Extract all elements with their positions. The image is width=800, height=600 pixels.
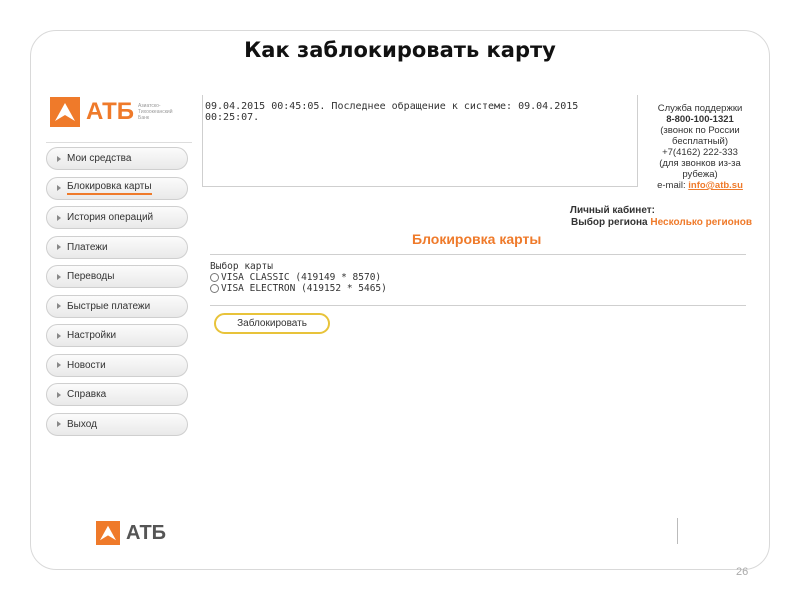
footer-brand-name: АТБ (126, 521, 167, 544)
region-label: Выбор региона (570, 217, 648, 228)
atb-chevron-icon (50, 97, 80, 127)
sidebar-item-exit[interactable]: Выход (46, 412, 188, 436)
radio-button[interactable] (210, 273, 219, 282)
card-select-label: Выбор карты (210, 261, 273, 272)
block-card-button[interactable]: Заблокировать (214, 313, 330, 334)
card-option-label: VISA CLASSIC (419149 * 8570) (221, 272, 382, 283)
support-email-row: e-mail: info@atb.su (648, 180, 752, 191)
card-select-panel: Выбор карты VISA CLASSIC (419149 * 8570)… (210, 254, 746, 306)
bullet-icon (57, 332, 61, 339)
support-phone-russia: 8-800-100-1321 (666, 114, 734, 125)
page-number: 26 (736, 566, 749, 578)
email-prefix: e-mail: (657, 180, 686, 191)
brand-name: АТБ (86, 98, 135, 125)
session-info-text: 09.04.2015 00:45:05. Последнее обращение… (205, 101, 579, 123)
atb-chevron-icon (96, 521, 120, 545)
bullet-icon (57, 421, 61, 427)
bullet-icon (57, 273, 61, 280)
support-title: Служба поддержки (657, 103, 743, 114)
radio-button[interactable] (210, 284, 219, 293)
support-block: Служба поддержки 8-800-100-1321 (звонок … (648, 103, 752, 191)
bullet-icon (57, 214, 61, 221)
sidebar-item-label: Настройки (67, 330, 117, 341)
bullet-icon (57, 185, 61, 191)
bullet-icon (57, 303, 61, 309)
sidebar-item-payments[interactable]: Платежи (46, 235, 188, 259)
slide-title: Как заблокировать карту (244, 38, 556, 62)
footer-logo: АТБ (96, 521, 166, 545)
sidebar-menu: Мои средства Блокировка карты История оп… (46, 147, 188, 442)
sidebar-item-quick-payments[interactable]: Быстрые платежи (46, 294, 188, 318)
divider (46, 142, 192, 143)
sidebar-item-label: История операций (67, 212, 154, 223)
sidebar-item-settings[interactable]: Настройки (46, 324, 188, 347)
sidebar-item-label: Новости (67, 359, 106, 371)
support-email-link[interactable]: info@atb.su (688, 180, 743, 191)
bullet-icon (57, 155, 61, 162)
brand-subtitle: Азиатско-Тихоокеанский Банк (138, 103, 173, 121)
sidebar-item-history[interactable]: История операций (46, 206, 188, 229)
sidebar-item-label: Справка (67, 389, 107, 400)
bullet-icon (57, 362, 61, 368)
sidebar-item-label: Мои средства (67, 153, 132, 164)
sidebar-item-label: Платежи (67, 241, 108, 253)
support-phone-abroad: +7(4162) 222-333 (662, 147, 738, 158)
bullet-icon (57, 244, 61, 250)
support-note-russia: (звонок по России бесплатный) (660, 125, 740, 147)
sidebar-item-help[interactable]: Справка (46, 383, 188, 406)
support-note-abroad: (для звонков из-за рубежа) (659, 158, 741, 180)
sidebar-item-label: Блокировка карты (67, 181, 152, 195)
sidebar-item-label: Быстрые платежи (67, 300, 151, 312)
sidebar-item-transfers[interactable]: Переводы (46, 265, 188, 288)
sidebar-item-label: Выход (67, 418, 97, 430)
sidebar-item-my-funds[interactable]: Мои средства (46, 147, 188, 170)
region-row: Выбор региона Несколько регионов (571, 217, 752, 228)
sidebar-item-card-block[interactable]: Блокировка карты (46, 176, 188, 200)
page-heading: Блокировка карты (412, 231, 542, 247)
card-option-visa-classic[interactable]: VISA CLASSIC (419149 * 8570) (210, 272, 746, 283)
bank-logo: АТБ Азиатско-Тихоокеанский Банк (50, 97, 182, 127)
card-option-label: VISA ELECTRON (419152 * 5465) (221, 283, 387, 294)
session-info-panel: 09.04.2015 00:45:05. Последнее обращение… (202, 95, 638, 187)
sidebar-item-label: Переводы (67, 271, 115, 282)
card-option-visa-electron[interactable]: VISA ELECTRON (419152 * 5465) (210, 283, 746, 294)
bullet-icon (57, 391, 61, 398)
cabinet-label: Личный кабинет: (569, 205, 655, 216)
sidebar-item-news[interactable]: Новости (46, 353, 188, 377)
region-value-link[interactable]: Несколько регионов (650, 217, 752, 228)
footer-divider (677, 518, 678, 544)
bank-screenshot: АТБ Азиатско-Тихоокеанский Банк Мои сред… (40, 95, 752, 445)
